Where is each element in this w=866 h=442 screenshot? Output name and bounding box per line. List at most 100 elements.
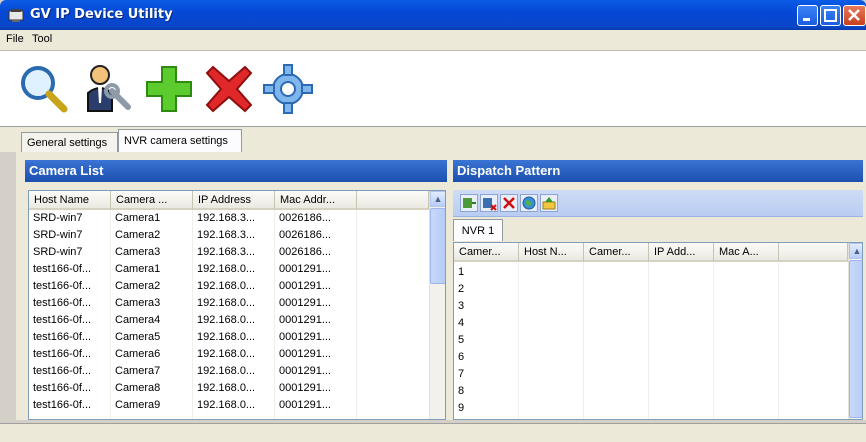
cell-camera[interactable]: Camera7 [111, 364, 192, 379]
cell-mac-address[interactable]: 0001291... [275, 381, 356, 396]
scroll-up-icon[interactable]: ▲ [849, 243, 862, 259]
column-ip-address[interactable]: IP Add... [649, 243, 714, 262]
column-ip-address[interactable]: IP Address [193, 191, 275, 210]
cell-host-name[interactable]: SRD-win7 [29, 211, 110, 226]
cell-ip-address[interactable]: 192.168.0... [193, 398, 274, 413]
cell-host-name[interactable]: test166-0f... [29, 330, 110, 345]
cell-host-name[interactable]: SRD-win7 [29, 228, 110, 243]
column-host-name[interactable]: Host N... [519, 243, 584, 262]
cell-host-name[interactable]: test166-0f... [29, 279, 110, 294]
dispatch-toolbar [453, 190, 863, 217]
minimize-icon [803, 18, 810, 21]
cell-ip-address[interactable]: 192.168.0... [193, 279, 274, 294]
menu-file[interactable]: File [6, 33, 24, 45]
window-title: GV IP Device Utility [30, 7, 173, 22]
status-bar [0, 423, 866, 442]
globe-button[interactable] [520, 194, 538, 212]
cell-camera-number[interactable]: 6 [454, 350, 518, 365]
cell-ip-address[interactable]: 192.168.3... [193, 211, 274, 226]
cell-camera-number[interactable]: 2 [454, 282, 518, 297]
gear-icon[interactable] [262, 63, 314, 115]
cell-camera[interactable]: Camera3 [111, 296, 192, 311]
tab-nvr-camera-settings[interactable]: NVR camera settings [118, 129, 242, 152]
cell-camera[interactable]: Camera2 [111, 279, 192, 294]
cell-camera-number[interactable]: 1 [454, 265, 518, 280]
column-mac-address[interactable]: Mac Addr... [275, 191, 357, 210]
cell-mac-address[interactable]: 0001291... [275, 296, 356, 311]
cell-ip-address[interactable]: 192.168.0... [193, 296, 274, 311]
cell-host-name[interactable]: test166-0f... [29, 398, 110, 413]
cell-camera[interactable]: Camera6 [111, 347, 192, 362]
cell-ip-address[interactable]: 192.168.0... [193, 330, 274, 345]
cell-ip-address[interactable]: 192.168.3... [193, 245, 274, 260]
cell-mac-address[interactable]: 0001291... [275, 262, 356, 277]
cell-mac-address[interactable]: 0026186... [275, 245, 356, 260]
add-icon[interactable] [143, 63, 195, 115]
cell-mac-address[interactable]: 0026186... [275, 211, 356, 226]
cell-camera[interactable]: Camera3 [111, 245, 192, 260]
delete-icon[interactable] [203, 63, 255, 115]
menu-bar: File Tool [0, 30, 866, 51]
cell-ip-address[interactable]: 192.168.0... [193, 381, 274, 396]
minimize-button[interactable] [797, 5, 818, 26]
user-wrench-icon[interactable] [82, 63, 134, 115]
cell-host-name[interactable]: test166-0f... [29, 381, 110, 396]
camera-list-scrollbar[interactable]: ▲ [429, 191, 445, 419]
export-button[interactable] [540, 194, 558, 212]
cell-mac-address[interactable]: 0001291... [275, 347, 356, 362]
cell-host-name[interactable]: test166-0f... [29, 296, 110, 311]
cell-mac-address[interactable]: 0001291... [275, 279, 356, 294]
maximize-icon [824, 9, 837, 22]
cell-host-name[interactable]: test166-0f... [29, 313, 110, 328]
cell-host-name[interactable]: SRD-win7 [29, 245, 110, 260]
cell-mac-address[interactable]: 0001291... [275, 313, 356, 328]
cell-ip-address[interactable]: 192.168.0... [193, 347, 274, 362]
tab-general-settings[interactable]: General settings [21, 132, 118, 152]
dispatch-scrollbar[interactable]: ▲ [848, 243, 862, 419]
cell-host-name[interactable]: test166-0f... [29, 347, 110, 362]
cell-ip-address[interactable]: 192.168.0... [193, 364, 274, 379]
column-camera-name[interactable]: Camer... [584, 243, 649, 262]
cell-ip-address[interactable]: 192.168.0... [193, 262, 274, 277]
cell-camera-number[interactable]: 7 [454, 367, 518, 382]
add-row-button[interactable] [460, 194, 478, 212]
column-host-name[interactable]: Host Name [29, 191, 111, 210]
cell-camera[interactable]: Camera4 [111, 313, 192, 328]
title-bar: GV IP Device Utility [0, 0, 866, 30]
cell-camera[interactable]: Camera1 [111, 262, 192, 277]
cell-camera[interactable]: Camera8 [111, 381, 192, 396]
cell-ip-address[interactable]: 192.168.3... [193, 228, 274, 243]
scroll-up-icon[interactable]: ▲ [430, 191, 445, 207]
close-icon [848, 9, 860, 21]
cell-camera-number[interactable]: 8 [454, 384, 518, 399]
column-mac-address[interactable]: Mac A... [714, 243, 779, 262]
cell-mac-address[interactable]: 0001291... [275, 398, 356, 413]
cell-host-name[interactable]: test166-0f... [29, 262, 110, 277]
close-button[interactable] [843, 5, 866, 26]
cell-mac-address[interactable]: 0001291... [275, 364, 356, 379]
remove-row-button[interactable] [480, 194, 498, 212]
tab-nvr-1[interactable]: NVR 1 [453, 219, 503, 241]
cell-ip-address[interactable]: 192.168.0... [193, 313, 274, 328]
cell-mac-address[interactable]: 0001291... [275, 330, 356, 345]
cell-host-name[interactable]: test166-0f... [29, 364, 110, 379]
export-icon [542, 197, 556, 210]
search-icon[interactable] [18, 63, 70, 115]
delete-icon [503, 197, 515, 209]
cell-camera[interactable]: Camera1 [111, 211, 192, 226]
column-camera[interactable]: Camera ... [111, 191, 193, 210]
cell-camera-number[interactable]: 3 [454, 299, 518, 314]
cell-camera-number[interactable]: 4 [454, 316, 518, 331]
scroll-thumb[interactable] [849, 260, 862, 418]
cell-camera[interactable]: Camera9 [111, 398, 192, 413]
scroll-thumb[interactable] [430, 208, 445, 284]
cell-camera-number[interactable]: 9 [454, 401, 518, 416]
menu-tool[interactable]: Tool [32, 33, 52, 45]
cell-camera[interactable]: Camera2 [111, 228, 192, 243]
cell-mac-address[interactable]: 0026186... [275, 228, 356, 243]
maximize-button[interactable] [820, 5, 841, 26]
cell-camera-number[interactable]: 5 [454, 333, 518, 348]
column-camera-number[interactable]: Camer... [454, 243, 519, 262]
delete-button[interactable] [500, 194, 518, 212]
cell-camera[interactable]: Camera5 [111, 330, 192, 345]
